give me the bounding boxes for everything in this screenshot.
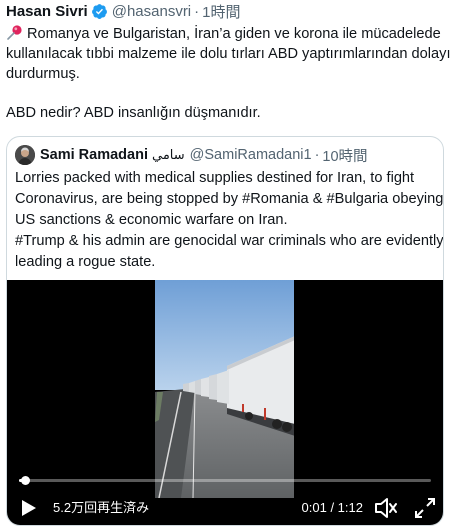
- separator-dot: ·: [194, 2, 200, 20]
- video-player[interactable]: 5.2万回再生済み 0:01 / 1:12: [7, 280, 443, 525]
- quoted-text-line-5: leading a rogue state.: [15, 254, 156, 270]
- tweet-text-line-3: durdurmuş.: [6, 66, 80, 82]
- video-progress-thumb[interactable]: [20, 476, 30, 485]
- author-display-name[interactable]: Hasan Sivri: [6, 3, 88, 20]
- quoted-author-arabic-name: سامي: [152, 147, 185, 163]
- quoted-tweet-card[interactable]: Sami Ramadani سامي @SamiRamadani1 · 10時間…: [6, 136, 444, 526]
- quoted-text-line-3: US sanctions & economic warfare on Iran.: [15, 212, 288, 228]
- view-count: 5.2万回再生済み: [53, 500, 150, 515]
- pushpin-icon: [6, 24, 24, 40]
- separator-dot: ·: [314, 147, 320, 163]
- tweet-header: Hasan Sivri @hasansvri · 1時間: [6, 1, 241, 21]
- fullscreen-icon[interactable]: [415, 498, 435, 518]
- tweet-text-line-4: ABD nedir? ABD insanlığın düşmanıdır.: [6, 105, 261, 121]
- avatar[interactable]: [15, 145, 35, 165]
- quoted-tweet-header: Sami Ramadani سامي @SamiRamadani1 · 10時間: [15, 145, 368, 165]
- quoted-text-line-1: Lorries packed with medical supplies des…: [15, 170, 415, 186]
- quoted-tweet-timestamp[interactable]: 10時間: [322, 145, 367, 166]
- tweet-text: Romanya ve Bulgaristan, İran’a giden ve …: [6, 24, 450, 123]
- quoted-text-line-4: #Trump & his admin are genocidal war cri…: [15, 233, 444, 249]
- play-icon[interactable]: [21, 499, 37, 517]
- volume-icon[interactable]: [374, 497, 398, 519]
- quoted-author-handle[interactable]: @SamiRamadani1: [190, 147, 312, 163]
- tweet-timestamp[interactable]: 1時間: [202, 1, 240, 22]
- video-progress-bar[interactable]: [19, 476, 431, 485]
- quoted-text-line-2: Coronavirus, are being stopped by #Roman…: [15, 191, 444, 207]
- video-frame: [155, 280, 294, 498]
- video-time-readout: 0:01 / 1:12: [301, 500, 363, 515]
- tweet-text-line-2: kullanılacak tıbbi malzeme ile dolu tırl…: [6, 46, 450, 62]
- verified-badge-icon: [91, 3, 108, 20]
- quoted-author-display-name[interactable]: Sami Ramadani: [40, 147, 148, 163]
- tweet-text-line-1: Romanya ve Bulgaristan, İran’a giden ve …: [6, 24, 446, 44]
- quoted-tweet-text: Lorries packed with medical supplies des…: [15, 168, 444, 273]
- author-handle[interactable]: @hasansvri: [112, 3, 191, 20]
